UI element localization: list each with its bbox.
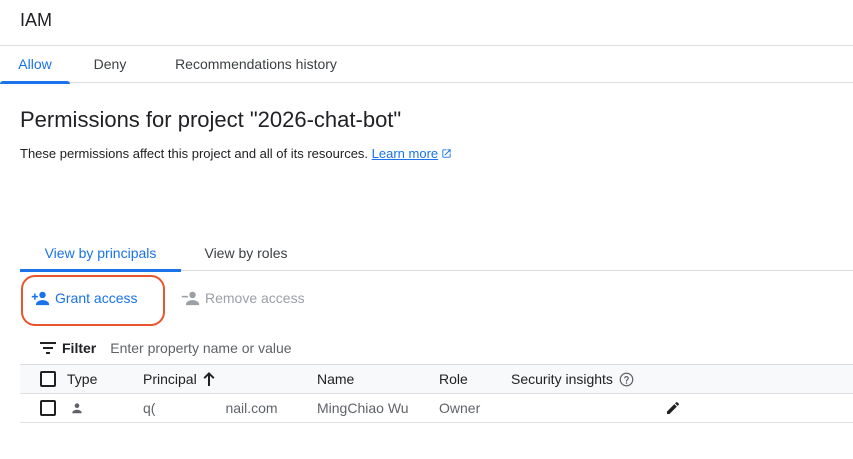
tab-recommendations-history[interactable]: Recommendations history: [160, 46, 352, 83]
row-type: [70, 394, 84, 422]
column-security-insights-label: Security insights: [511, 371, 613, 387]
filter-label: Filter: [62, 340, 97, 356]
row-edit-cell: [665, 394, 681, 422]
filter-bar: Filter: [20, 333, 853, 363]
table-row: q( nail.com MingChiao Wu Owner: [20, 394, 853, 423]
column-role[interactable]: Role: [439, 365, 468, 393]
row-select-cell: [40, 394, 56, 422]
help-icon[interactable]: [619, 372, 634, 387]
row-principal: q( nail.com: [143, 394, 278, 422]
page-title: Permissions for project "2026-chat-bot": [20, 107, 402, 132]
tab-view-by-roles[interactable]: View by roles: [192, 237, 300, 271]
tab-view-by-principals[interactable]: View by principals: [20, 237, 181, 272]
principals-table: Type Principal Name Role Security insigh…: [20, 364, 853, 423]
grant-access-label: Grant access: [55, 290, 138, 306]
page-description: These permissions affect this project an…: [20, 146, 452, 161]
remove-access-button[interactable]: Remove access: [181, 286, 305, 310]
column-principal[interactable]: Principal: [143, 365, 215, 393]
app-title: IAM: [20, 10, 53, 30]
row-role: Owner: [439, 400, 481, 416]
tab-allow[interactable]: Allow: [0, 46, 70, 84]
learn-more-label: Learn more: [371, 146, 439, 161]
principal-redaction: [155, 401, 226, 415]
column-principal-label: Principal: [143, 371, 197, 387]
column-type[interactable]: Type: [67, 365, 97, 393]
row-name: MingChiao Wu: [317, 400, 409, 416]
title-bar: IAM: [0, 0, 853, 46]
person-add-icon: [31, 291, 50, 306]
main-tabs: Allow Deny Recommendations history: [0, 46, 853, 84]
column-security-insights[interactable]: Security insights: [511, 365, 634, 393]
select-all-checkbox[interactable]: [40, 371, 56, 387]
remove-access-label: Remove access: [205, 290, 305, 306]
filter-input[interactable]: [110, 340, 611, 356]
person-icon: [72, 403, 82, 414]
principal-start: q(: [143, 400, 156, 416]
grant-access-button[interactable]: Grant access: [31, 286, 137, 310]
filter-icon: [40, 342, 56, 354]
tab-deny[interactable]: Deny: [78, 46, 142, 83]
table-header: Type Principal Name Role Security insigh…: [20, 364, 853, 394]
description-text: These permissions affect this project an…: [20, 146, 369, 161]
arrow-up-icon: [203, 372, 215, 386]
column-name[interactable]: Name: [317, 365, 354, 393]
view-tabs: View by principals View by roles: [20, 237, 853, 272]
pencil-icon[interactable]: [665, 400, 681, 416]
select-all-cell: [40, 365, 56, 393]
learn-more-link[interactable]: Learn more: [372, 146, 438, 161]
row-checkbox[interactable]: [40, 400, 56, 416]
principal-end: nail.com: [225, 400, 278, 416]
external-link-icon: [442, 149, 451, 158]
person-remove-icon: [181, 291, 200, 306]
